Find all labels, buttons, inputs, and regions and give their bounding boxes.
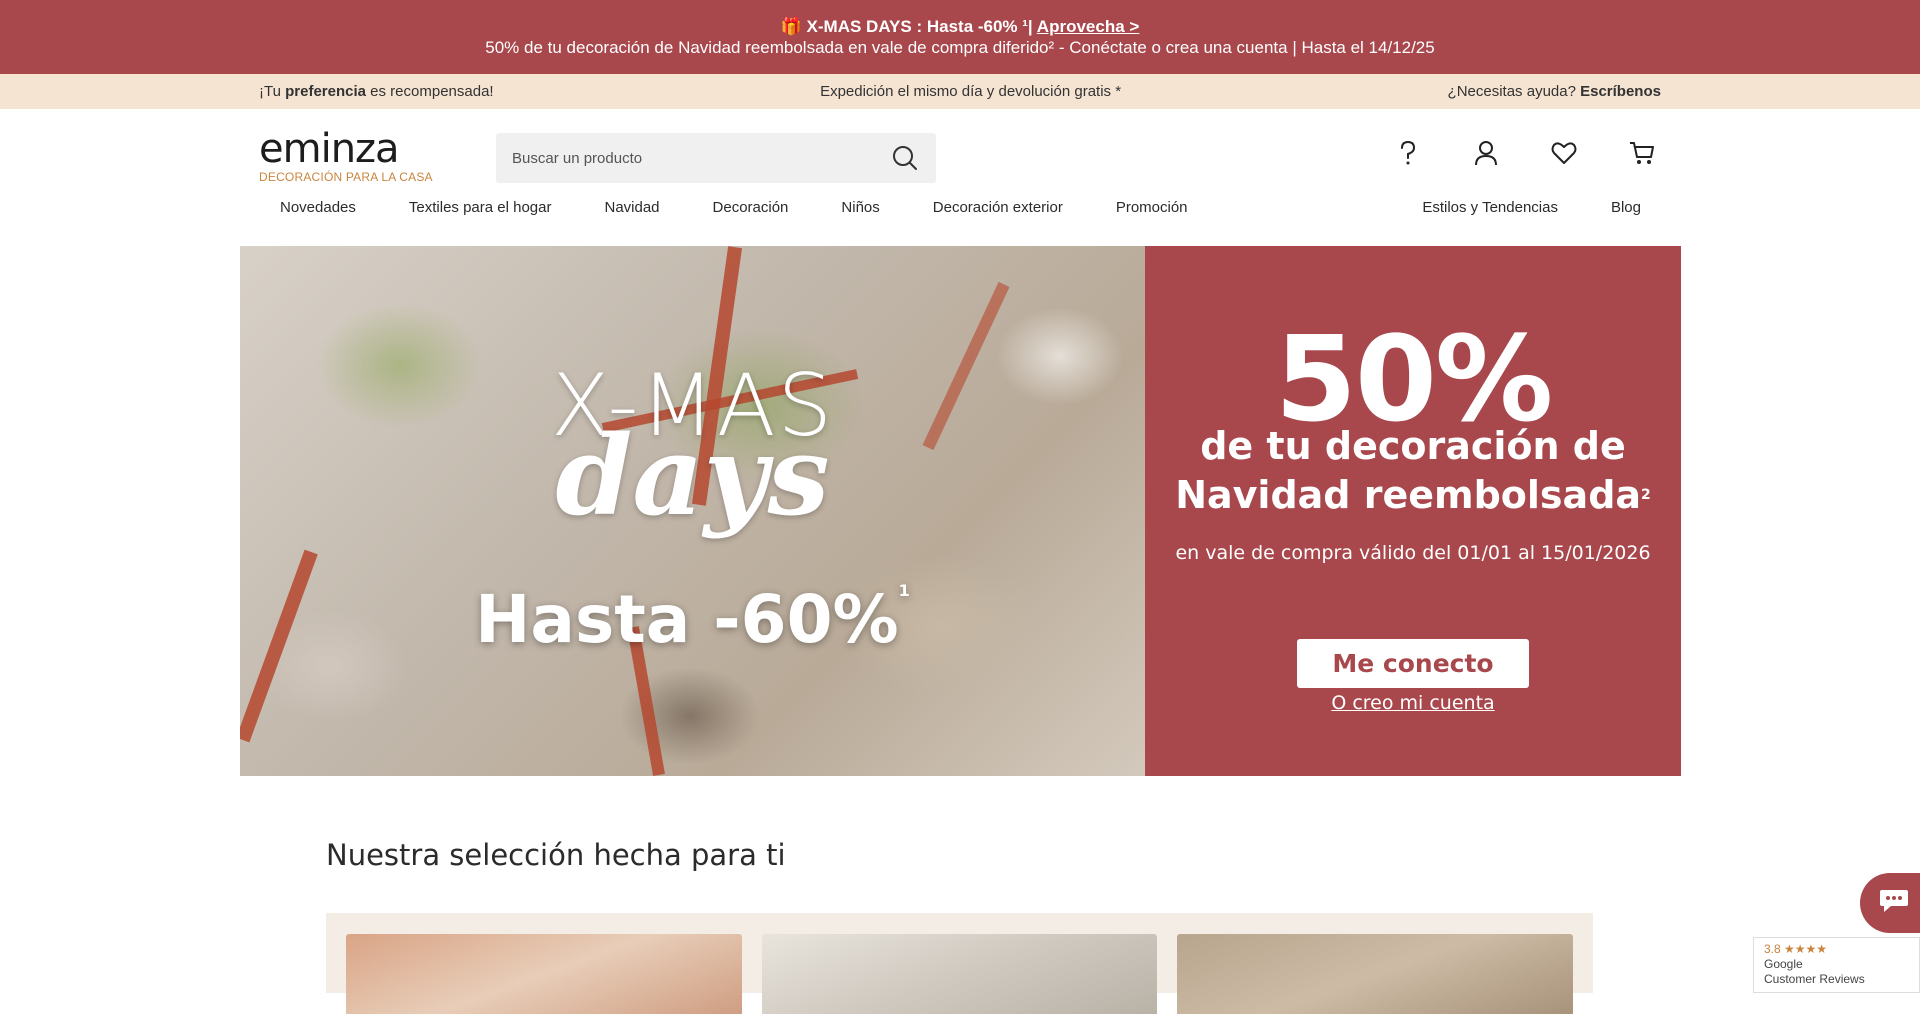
search-icon[interactable]	[890, 143, 920, 173]
info-help-pre: ¿Necesitas ayuda?	[1447, 83, 1581, 100]
promo-link[interactable]: Aprovecha >	[1037, 17, 1140, 36]
hero-subtitle: de tu decoración de Navidad reembolsada2	[1145, 422, 1681, 520]
main-nav: Novedades Textiles para el hogar Navidad…	[0, 199, 1920, 231]
hero-subtitle-line2: Navidad reembolsada	[1175, 473, 1642, 517]
nav-promocion[interactable]: Promoción	[1116, 199, 1188, 216]
info-preference: ¡Tu preferencia es recompensada!	[259, 83, 494, 100]
hero-days: days	[555, 411, 830, 540]
logo-tagline: DECORACIÓN PARA LA CASA	[259, 170, 433, 184]
logo[interactable]: eminza DECORACIÓN PARA LA CASA	[259, 126, 433, 184]
hero-subtitle-sup: 2	[1641, 487, 1651, 503]
search-bar	[496, 133, 936, 183]
info-preference-bold: preferencia	[285, 83, 366, 100]
nav-ninos[interactable]: Niños	[841, 199, 879, 216]
cart-icon[interactable]	[1628, 139, 1656, 167]
account-icon[interactable]	[1472, 139, 1500, 167]
promo-line-1-text: 🎁 X-MAS DAYS : Hasta -60% ¹|	[780, 17, 1033, 36]
promo-line-1: 🎁 X-MAS DAYS : Hasta -60% ¹| Aprovecha >	[0, 16, 1920, 37]
info-shipping: Expedición el mismo día y devolución gra…	[820, 83, 1122, 100]
logo-wordmark: eminza	[259, 126, 400, 172]
contact-link[interactable]: Escríbenos	[1580, 83, 1661, 100]
chat-icon	[1879, 888, 1909, 919]
promo-banner: 🎁 X-MAS DAYS : Hasta -60% ¹| Aprovecha >…	[0, 0, 1920, 74]
create-account-link[interactable]: O creo mi cuenta	[1145, 692, 1681, 714]
product-card[interactable]	[761, 934, 1158, 1014]
section-title: Nuestra selección hecha para ti	[326, 838, 786, 872]
nav-textiles[interactable]: Textiles para el hogar	[409, 199, 552, 216]
hero-hasta-text: Hasta -60%	[475, 581, 899, 658]
help-icon[interactable]	[1394, 139, 1422, 167]
hero-panel: 50% de tu decoración de Navidad reembols…	[1145, 246, 1681, 776]
nav-blog[interactable]: Blog	[1611, 199, 1641, 216]
reviews-line-1: Google	[1764, 957, 1803, 971]
login-button[interactable]: Me conecto	[1297, 639, 1529, 688]
hero-banner[interactable]: X-MAS days Hasta -60%1 50% de tu decorac…	[240, 246, 1681, 776]
wishlist-icon[interactable]	[1550, 139, 1578, 167]
reviews-stars: ★★★★	[1784, 942, 1828, 956]
promo-line-2[interactable]: 50% de tu decoración de Navidad reembols…	[0, 37, 1920, 58]
search-input[interactable]	[512, 149, 890, 167]
info-help[interactable]: ¿Necesitas ayuda? Escríbenos	[1448, 83, 1661, 100]
hero-subtitle-line1: de tu decoración de	[1200, 424, 1626, 468]
nav-left: Novedades Textiles para el hogar Navidad…	[280, 199, 1241, 216]
nav-estilos[interactable]: Estilos y Tendencias	[1422, 199, 1558, 216]
reviews-line-2: Customer Reviews	[1764, 972, 1865, 986]
info-bar: ¡Tu preferencia es recompensada! Expedic…	[0, 74, 1920, 109]
info-preference-pre: ¡Tu	[259, 83, 286, 100]
info-preference-post: es recompensada!	[366, 83, 494, 100]
chat-button[interactable]	[1860, 873, 1920, 933]
reviews-rating: 3.8	[1764, 942, 1781, 956]
hero-image[interactable]: X-MAS days Hasta -60%1	[240, 246, 1145, 776]
product-card[interactable]	[1177, 934, 1574, 1014]
hero-hasta: Hasta -60%1	[240, 581, 1145, 658]
hero-text: X-MAS days Hasta -60%1	[240, 246, 1145, 776]
nav-decoracion-exterior[interactable]: Decoración exterior	[933, 199, 1063, 216]
header-icons	[1394, 139, 1656, 167]
nav-novedades[interactable]: Novedades	[280, 199, 356, 216]
product-card[interactable]	[346, 934, 742, 1014]
nav-decoracion[interactable]: Decoración	[713, 199, 789, 216]
product-carousel	[326, 913, 1593, 1014]
site-header: eminza DECORACIÓN PARA LA CASA	[0, 109, 1920, 199]
nav-right: Estilos y Tendencias Blog	[1422, 199, 1641, 216]
google-reviews-badge[interactable]: 3.8 ★★★★ Google Customer Reviews	[1753, 937, 1920, 993]
nav-navidad[interactable]: Navidad	[604, 199, 659, 216]
hero-validity: en vale de compra válido del 01/01 al 15…	[1175, 542, 1651, 564]
hero-hasta-sup: 1	[898, 581, 910, 600]
